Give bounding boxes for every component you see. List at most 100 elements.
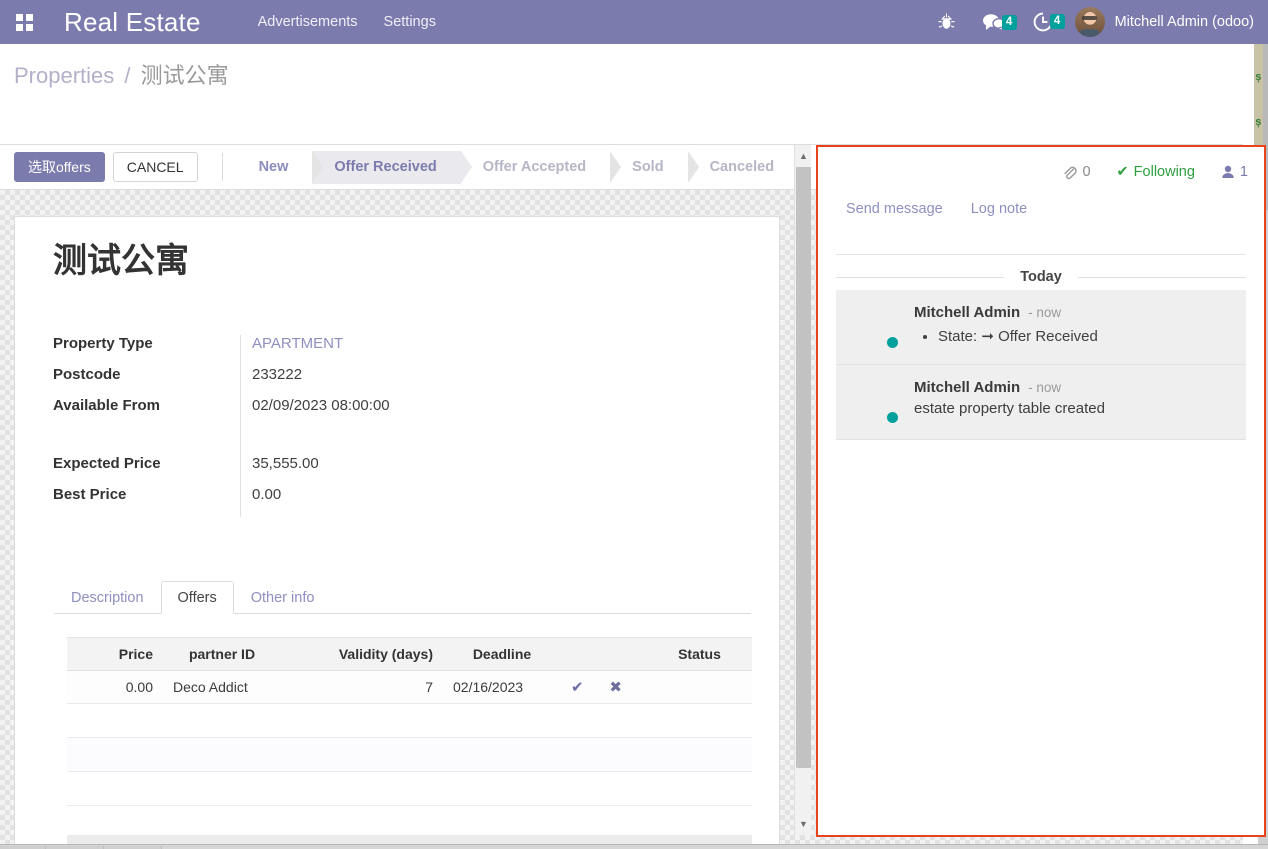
os-taskbar [0,844,1268,849]
followers-button[interactable]: 1 [1221,164,1248,180]
field-group: Property Type APARTMENT Postcode 233222 … [53,335,653,517]
apps-menu-button[interactable] [0,0,48,44]
message-avatar-wrap [852,379,900,425]
tab-offers[interactable]: Offers [160,581,234,614]
message-header: Mitchell Admin - now [914,379,1230,396]
value-expected-price: 35,555.00 [252,455,319,472]
send-message-button[interactable]: Send message [846,201,943,217]
value-wrap-expected-price: 35,555.00 [240,455,653,486]
message-author: Mitchell Admin [914,379,1021,396]
table-row-empty[interactable] [67,703,752,738]
value-wrap-postcode: 233222 [240,366,653,397]
stage-chevron-icon [312,150,324,183]
cell-partner-id: Deco Addict [163,670,281,704]
message-author: Mitchell Admin [914,304,1021,321]
message-avatar-wrap [852,304,900,350]
app-brand-title[interactable]: Real Estate [64,7,201,38]
user-icon [1222,165,1234,178]
column-validity[interactable]: Validity (days) [281,637,443,671]
message-body: Mitchell Admin - now State: ➞ Offer Rece… [914,304,1230,350]
chatter-composer-actions: Send message Log note [846,201,1027,217]
offers-header-row: Price partner ID Validity (days) Deadlin… [67,637,752,671]
bug-icon [938,13,955,29]
cell-actions: ✔ ✖ [561,670,647,704]
stage-offer-received-label: Offer Received [334,159,437,175]
column-status[interactable]: Status [647,637,752,671]
user-name-label: Mitchell Admin (odoo) [1114,14,1254,30]
activities-badge-count: 4 [1049,14,1065,29]
message-content: estate property table created [914,400,1105,417]
field-row-property-type: Property Type APARTMENT [53,335,653,366]
refuse-offer-cross-icon[interactable]: ✖ [609,679,622,696]
stage-chevron-icon [610,150,622,183]
list-item[interactable]: Mitchell Admin - now estate property tab… [836,365,1246,440]
stage-offer-accepted[interactable]: Offer Accepted [461,150,622,184]
chatter-divider [836,254,1246,255]
scroll-up-arrow-icon[interactable]: ▲ [795,145,812,167]
field-group-spacer [53,428,653,459]
stage-canceled[interactable]: Canceled [688,151,798,184]
debug-manager-button[interactable] [924,13,969,31]
log-note-button[interactable]: Log note [971,201,1027,217]
apps-grid-icon [15,13,33,31]
form-vertical-scrollbar[interactable]: ▲ ▼ [794,145,811,835]
messages-button[interactable]: 4 [969,13,1019,31]
accept-offer-check-icon[interactable]: ✔ [571,679,584,696]
notebook-tabs: Description Offers Other info [54,577,751,614]
cancel-button[interactable]: CANCEL [112,151,198,183]
tab-description[interactable]: Description [54,581,161,614]
stage-canceled-label: Canceled [709,159,775,175]
table-row-empty[interactable] [67,771,752,806]
value-property-type[interactable]: APARTMENT [252,335,343,352]
value-wrap-property-type: APARTMENT [240,335,653,366]
stage-new[interactable]: New [237,150,324,184]
table-row-empty[interactable] [67,737,752,772]
column-deadline[interactable]: Deadline [443,637,561,671]
value-available-from: 02/09/2023 08:00:00 [252,397,390,414]
field-row-expected-price: Expected Price 35,555.00 [53,455,653,486]
message-timestamp: - now [1028,380,1062,395]
offers-table-body: 0.00 Deco Addict 7 02/16/2023 ✔ ✖ [67,670,752,806]
chatter-day-separator: Today [836,268,1246,286]
statusbar-buttons: 选取offers CANCEL [0,151,198,183]
cell-status [647,670,752,704]
column-actions [561,637,647,671]
column-partner-id[interactable]: partner ID [163,637,281,671]
cell-deadline: 02/16/2023 [443,670,561,704]
chatter-panel: 0 ✔ Following 1 Send message Log note To… [816,145,1266,837]
statusbar-divider [221,153,223,181]
select-offers-button[interactable]: 选取offers [14,151,105,183]
menu-settings[interactable]: Settings [371,0,449,44]
message-timestamp: - now [1028,305,1062,320]
field-row-best-price: Best Price 0.00 [53,486,653,517]
scroll-down-arrow-icon[interactable]: ▼ [795,813,812,835]
field-row-available-from: Available From 02/09/2023 08:00:00 [53,397,653,428]
table-row[interactable]: 0.00 Deco Addict 7 02/16/2023 ✔ ✖ [67,670,752,704]
page-title: 测试公寓 [53,242,189,280]
stage-chevron-icon [460,150,472,183]
scrollbar-thumb[interactable] [796,167,811,768]
navbar-right-group: 4 4 Mitchell Admin (odoo) [924,0,1268,44]
message-header: Mitchell Admin - now [914,304,1230,321]
status-pipeline: New Offer Received Offer Accepted Sold C… [237,150,799,184]
following-toggle[interactable]: ✔ Following [1117,164,1195,180]
cell-validity: 7 [281,670,443,704]
top-navbar: Real Estate Advertisements Settings 4 4 … [0,0,1268,44]
paperclip-icon [1064,166,1078,179]
list-item[interactable]: Mitchell Admin - now State: ➞ Offer Rece… [836,290,1246,365]
activities-button[interactable]: 4 [1019,12,1067,32]
column-price[interactable]: Price [67,637,163,671]
followers-count: 1 [1239,164,1248,180]
breadcrumb-root[interactable]: Properties [14,63,114,88]
stage-sold[interactable]: Sold [610,150,699,184]
user-menu[interactable]: Mitchell Admin (odoo) [1074,7,1254,37]
chatter-topbar: 0 ✔ Following 1 [1062,164,1248,180]
attachments-button[interactable]: 0 [1062,164,1091,180]
stage-new-label: New [258,159,289,175]
tracking-value: State: ➞ Offer Received [938,327,1230,345]
tab-other-info[interactable]: Other info [234,581,332,614]
stage-offer-received[interactable]: Offer Received [312,150,472,184]
menu-advertisements[interactable]: Advertisements [245,0,371,44]
value-wrap-best-price: 0.00 [240,486,653,517]
stage-offer-accepted-label: Offer Accepted [482,159,587,175]
